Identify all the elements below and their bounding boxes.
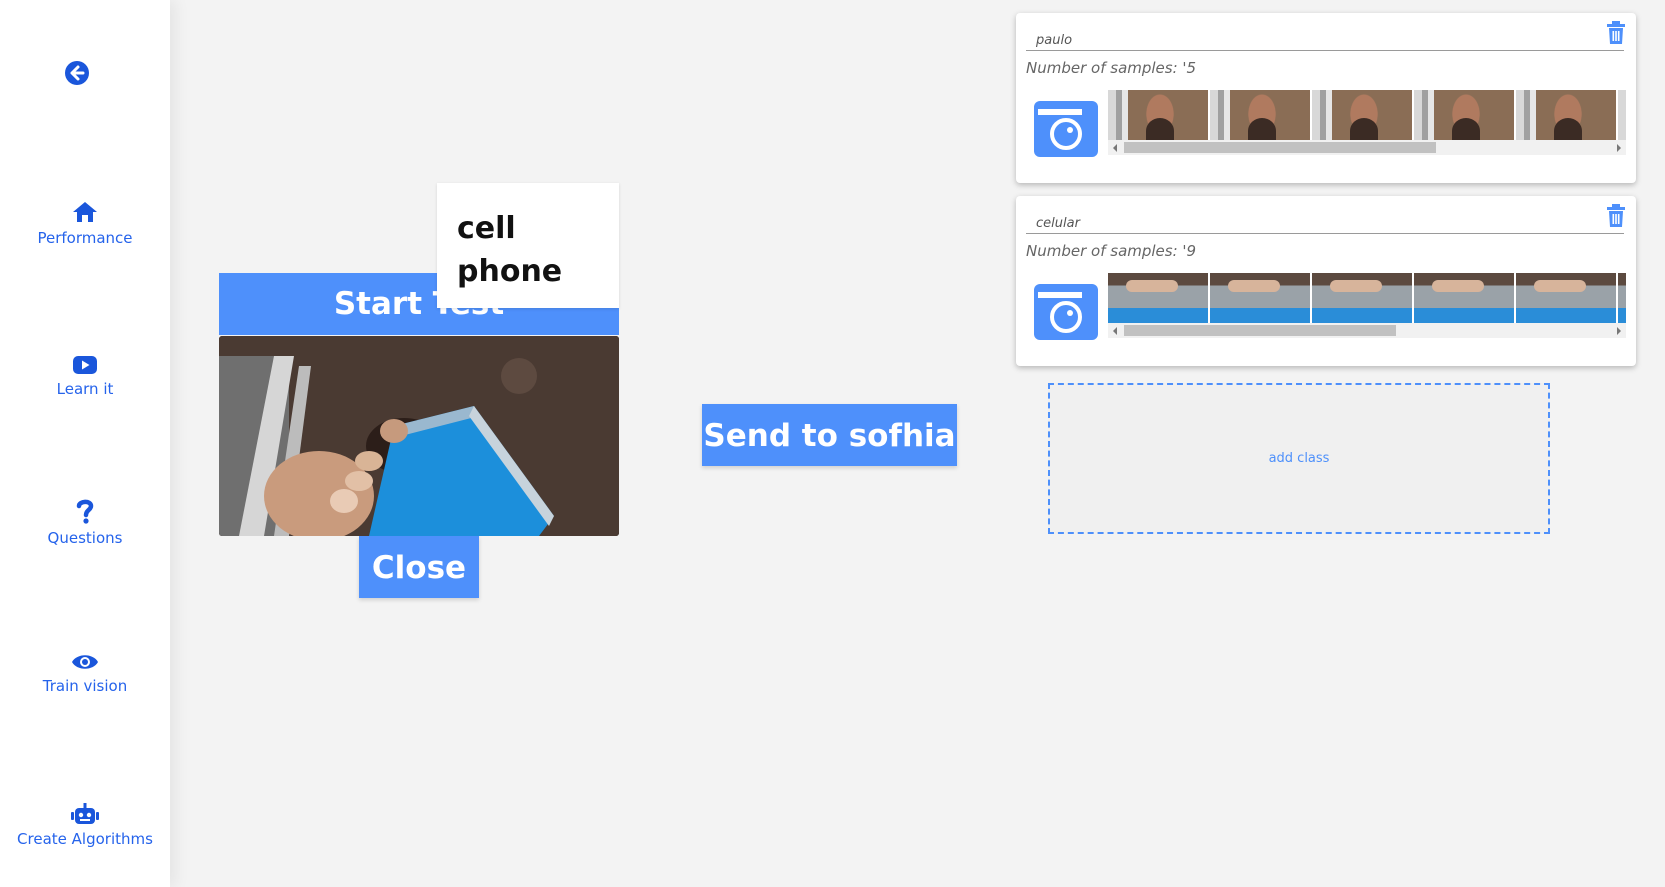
sidebar-item-questions[interactable]: Questions: [0, 498, 170, 547]
robot-icon: [71, 803, 99, 824]
sidebar: Performance Learn it Questions Train vis…: [0, 0, 170, 887]
sample-thumbnail[interactable]: [1618, 273, 1626, 323]
scroll-right-arrow-icon[interactable]: [1617, 327, 1621, 335]
send-to-sofhia-button[interactable]: Send to sofhia: [702, 404, 957, 466]
close-button[interactable]: Close: [359, 536, 479, 598]
sample-thumbnail[interactable]: [1516, 273, 1616, 323]
camera-capture-icon[interactable]: [1034, 284, 1098, 340]
horizontal-scrollbar[interactable]: [1108, 140, 1626, 155]
scroll-left-arrow-icon[interactable]: [1113, 327, 1117, 335]
add-class-button[interactable]: add class: [1048, 383, 1550, 534]
sample-thumbnail[interactable]: [1210, 90, 1310, 140]
sample-thumbnail[interactable]: [1312, 90, 1412, 140]
sidebar-item-label: Train vision: [42, 677, 128, 695]
sidebar-item-learn-it[interactable]: Learn it: [0, 355, 170, 398]
sample-thumbnail[interactable]: [1414, 90, 1514, 140]
class-card: Number of samples: '9: [1016, 196, 1636, 366]
back-button[interactable]: [64, 60, 90, 86]
sample-thumbnails: [1108, 90, 1626, 140]
home-icon: [73, 202, 97, 222]
sample-thumbnail[interactable]: [1414, 273, 1514, 323]
sidebar-item-label: Questions: [47, 529, 123, 547]
sidebar-item-label: Performance: [37, 229, 133, 247]
sample-thumbnail[interactable]: [1312, 273, 1412, 323]
horizontal-scrollbar[interactable]: [1108, 323, 1626, 338]
sample-thumbnail[interactable]: [1516, 90, 1616, 140]
scroll-thumb[interactable]: [1124, 142, 1436, 153]
add-class-label: add class: [1268, 451, 1330, 466]
sidebar-item-performance[interactable]: Performance: [0, 200, 170, 247]
scroll-right-arrow-icon[interactable]: [1617, 144, 1621, 152]
sample-thumbnail[interactable]: [1210, 273, 1310, 323]
class-card: Number of samples: '5: [1016, 13, 1636, 183]
camera-capture-icon[interactable]: [1034, 101, 1098, 157]
eye-icon: [72, 655, 98, 669]
trash-icon[interactable]: [1606, 21, 1626, 45]
trash-icon[interactable]: [1606, 204, 1626, 228]
sidebar-item-train-vision[interactable]: Train vision: [0, 652, 170, 695]
scroll-left-arrow-icon[interactable]: [1113, 144, 1117, 152]
webcam-frame-image: [219, 336, 619, 536]
sidebar-item-create-algorithms[interactable]: Create Algorithms: [0, 803, 170, 848]
class-name-input[interactable]: [1026, 23, 1624, 51]
webcam-preview: [219, 336, 619, 536]
prediction-label: cell phone: [437, 183, 619, 308]
sample-thumbnail[interactable]: [1108, 273, 1208, 323]
question-icon: [76, 499, 94, 524]
sample-thumbnail[interactable]: [1618, 90, 1626, 140]
class-name-input[interactable]: [1026, 206, 1624, 234]
sample-thumbnail[interactable]: [1108, 90, 1208, 140]
sample-count-text: Number of samples: '5: [1026, 59, 1197, 77]
scroll-thumb[interactable]: [1124, 325, 1396, 336]
sidebar-item-label: Learn it: [56, 380, 114, 398]
sidebar-item-label: Create Algorithms: [17, 830, 153, 848]
sample-count-text: Number of samples: '9: [1026, 242, 1197, 260]
youtube-icon: [73, 356, 97, 374]
arrow-left-circle-icon: [65, 61, 89, 85]
sample-thumbnails: [1108, 273, 1626, 323]
